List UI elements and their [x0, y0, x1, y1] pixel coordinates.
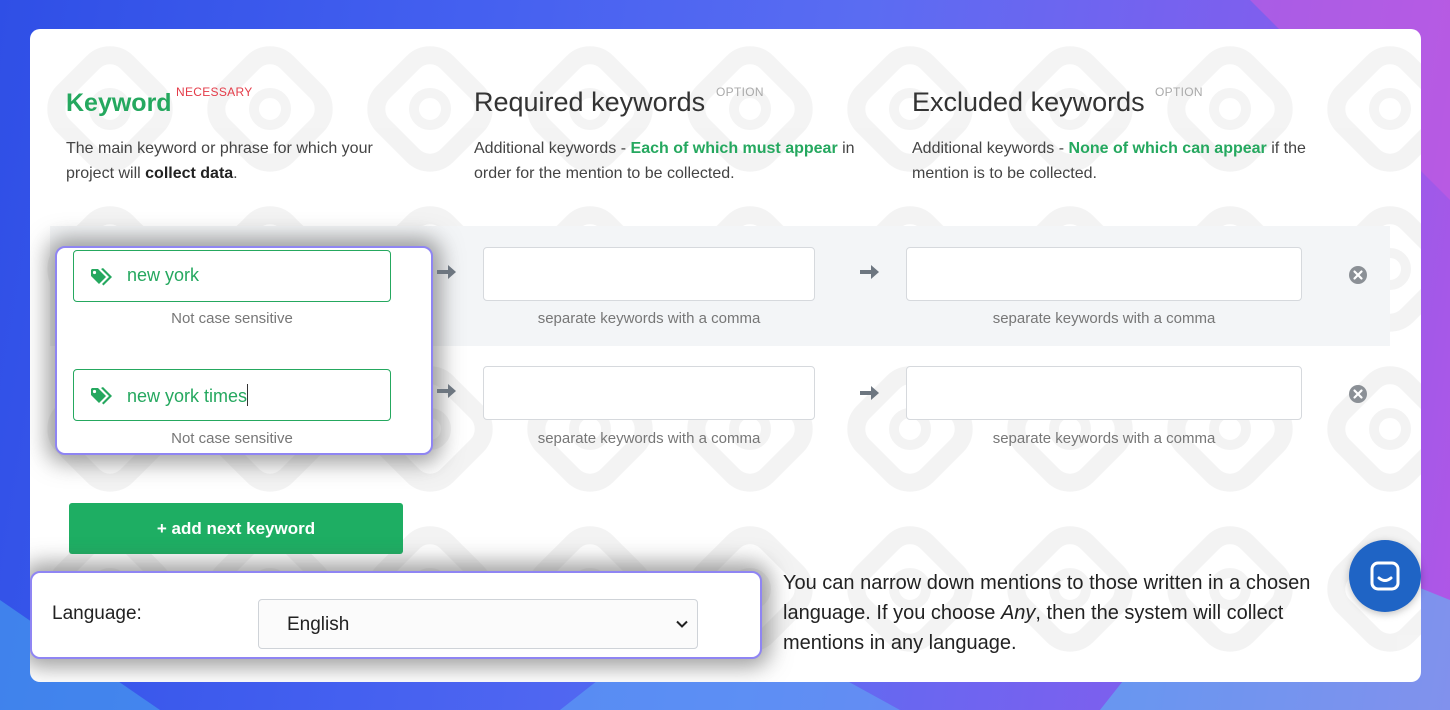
required-hint: separate keywords with a comma — [537, 310, 761, 327]
excluded-column-title: Excluded keywords — [912, 87, 1145, 117]
chat-button[interactable] — [1349, 540, 1421, 612]
add-keyword-button[interactable]: + add next keyword — [69, 503, 403, 554]
keyword-input[interactable]: new york — [73, 250, 391, 302]
tag-icon — [91, 268, 112, 286]
language-label: Language: — [52, 603, 142, 624]
excluded-keywords-input[interactable] — [906, 366, 1302, 420]
excluded-hint: separate keywords with a comma — [992, 430, 1216, 447]
language-help-text: You can narrow down mentions to those wr… — [783, 572, 1311, 654]
required-description: Additional keywords - Each of which must… — [474, 140, 855, 182]
keyword-hint: Not case sensitive — [171, 310, 293, 327]
tag-icon — [91, 387, 112, 405]
excluded-keywords-input[interactable] — [906, 247, 1302, 301]
keyword-input[interactable]: new york times — [73, 369, 391, 421]
language-highlight: Language: English — [30, 571, 762, 659]
required-keywords-input[interactable] — [483, 366, 815, 420]
excluded-option-badge: OPTION — [1155, 85, 1203, 99]
chat-icon — [1370, 561, 1400, 591]
required-hint: separate keywords with a comma — [537, 430, 761, 447]
language-selected-value: English — [287, 614, 350, 635]
arrow-right-icon — [437, 265, 456, 279]
arrow-right-icon — [860, 265, 879, 279]
excluded-hint: separate keywords with a comma — [992, 310, 1216, 327]
arrow-right-icon — [437, 384, 456, 398]
keyword-column-title: Keyword — [66, 89, 172, 117]
remove-circle-icon[interactable] — [1348, 384, 1368, 404]
excluded-description: Additional keywords - None of which can … — [912, 140, 1306, 182]
keyword-description: The main keyword or phrase for which you… — [66, 140, 373, 182]
chevron-down-icon — [676, 620, 688, 628]
language-select[interactable]: English — [258, 599, 698, 649]
required-column-title: Required keywords — [474, 87, 706, 117]
required-keywords-input[interactable] — [483, 247, 815, 301]
required-option-badge: OPTION — [716, 85, 764, 99]
text-caret — [247, 384, 249, 406]
keyword-inputs-highlight: new york Not case sensitive new york tim… — [55, 246, 433, 455]
necessary-badge: NECESSARY — [176, 85, 253, 99]
keyword-value: new york — [127, 265, 200, 285]
keyword-hint: Not case sensitive — [171, 430, 293, 447]
keyword-value: new york times — [127, 384, 249, 406]
remove-circle-icon[interactable] — [1348, 265, 1368, 285]
arrow-right-icon — [860, 386, 879, 400]
